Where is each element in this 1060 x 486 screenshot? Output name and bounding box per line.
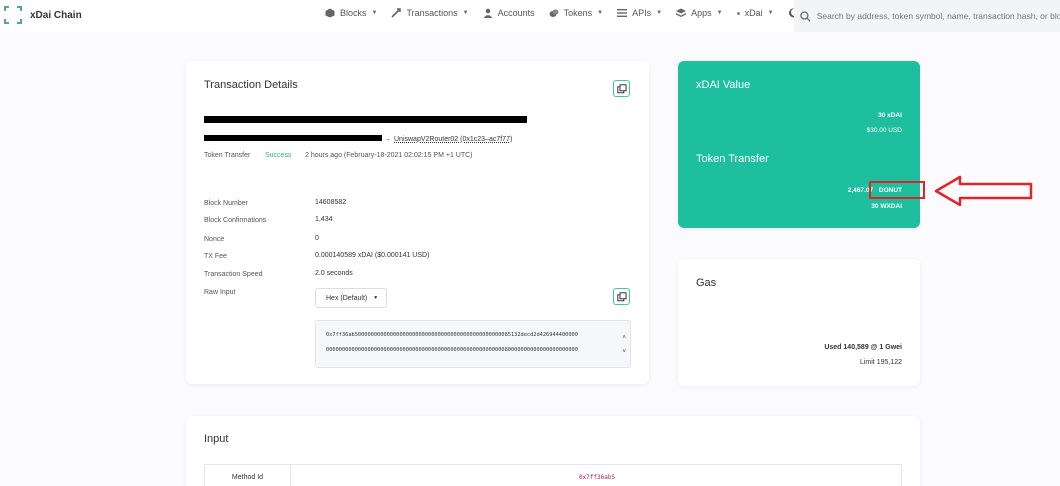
- nav-accounts[interactable]: Accounts: [483, 8, 535, 18]
- row-label: Block Confirmations: [204, 217, 267, 224]
- copy-button[interactable]: [613, 80, 630, 97]
- row-label: Block Number: [204, 200, 248, 207]
- card-title: Transaction Details: [204, 79, 298, 91]
- value-usd: $30.00 USD: [866, 127, 902, 134]
- copy-icon: [616, 291, 626, 301]
- nav-label: xDai: [744, 8, 763, 18]
- nav-label: Apps: [691, 8, 712, 18]
- nav-blocks[interactable]: Blocks ▼: [325, 8, 377, 18]
- gas-limit: Limit 195,122: [859, 359, 902, 366]
- chevron-down-icon: ˅: [622, 348, 626, 355]
- copy-raw-input-button[interactable]: [613, 288, 630, 305]
- app-name: xDai Chain: [30, 9, 82, 21]
- scrollbar[interactable]: ˄ ˅: [622, 331, 626, 359]
- chevron-down-icon: ▼: [767, 10, 774, 16]
- annotation-arrow-icon: [934, 175, 1033, 207]
- chevron-down-icon: ▼: [597, 10, 604, 16]
- top-navbar: xDai Chain Blocks ▼ Transactions ▼ Account…: [0, 0, 1060, 32]
- annotation-highlight-box: [869, 181, 925, 199]
- tx-timestamp: 2 hours ago (February-18-2021 02:02:15 P…: [305, 152, 473, 159]
- chevron-down-icon: ▼: [373, 295, 379, 301]
- nav-tokens[interactable]: Tokens ▼: [549, 8, 603, 18]
- cube-icon: [325, 8, 335, 18]
- token-transfer-title: Token Transfer: [696, 153, 769, 165]
- row-label: Nonce: [204, 236, 225, 243]
- input-card: Input Method Id 0x7ff36ab5: [186, 416, 920, 486]
- method-id-label: Method Id: [205, 465, 291, 486]
- block-number-link[interactable]: 14608582: [315, 199, 346, 206]
- arrows-icon: [391, 8, 402, 18]
- raw-input-line: 0000000000000000000000000000000000000000…: [326, 347, 578, 353]
- row-label: Raw Input: [204, 289, 236, 296]
- coins-icon: [549, 9, 559, 17]
- gas-card: Gas Used 140,589 @ 1 Gwei Limit 195,122: [678, 259, 920, 386]
- dot-icon: [736, 11, 740, 15]
- chevron-down-icon: ▼: [462, 10, 469, 16]
- nav-transactions[interactable]: Transactions ▼: [391, 8, 469, 18]
- nav-label: Transactions: [406, 8, 458, 18]
- raw-input-textarea[interactable]: 0x7ff36ab5000000000000000000000000000000…: [315, 320, 631, 368]
- xdai-value-card: xDAI Value 30 xDAI $30.00 USD Token Tran…: [678, 61, 920, 228]
- brand-logo[interactable]: xDai Chain: [4, 6, 82, 24]
- nav-label: APIs: [632, 8, 652, 18]
- main-nav: Blocks ▼ Transactions ▼ Accounts Tokens ▼ A…: [325, 8, 817, 18]
- nav-label: Tokens: [563, 8, 593, 18]
- nav-apps[interactable]: Apps ▼: [676, 8, 723, 18]
- nav-apis[interactable]: APIs ▼: [617, 8, 662, 18]
- nav-network-xdai[interactable]: xDai ▼: [736, 8, 774, 18]
- search-icon: [800, 10, 811, 22]
- raw-input-line: 0x7ff36ab5000000000000000000000000000000…: [326, 332, 578, 338]
- gas-used: Used 140,589 @ 1 Gwei: [824, 344, 902, 351]
- to-contract-link[interactable]: → UniswapV2Router02 (0x1c23–ac7f77): [384, 136, 512, 143]
- card-title: xDAI Value: [696, 79, 751, 91]
- select-value: Hex (Default): [326, 294, 368, 302]
- row-label: TX Fee: [204, 253, 227, 260]
- redacted-from-address: [204, 135, 382, 141]
- redacted-tx-hash: [204, 116, 527, 123]
- user-icon: [483, 8, 493, 18]
- value-amount: 30 xDAI: [878, 112, 902, 119]
- row-value: 0.000140589 xDAI ($0.000141 USD): [315, 252, 430, 259]
- row-value: 1,434: [315, 216, 333, 223]
- chevron-up-icon: ˄: [622, 334, 626, 341]
- row-value: 2.0 seconds: [315, 270, 353, 277]
- chevron-down-icon: ▼: [716, 10, 723, 16]
- input-table: Method Id 0x7ff36ab5: [204, 464, 902, 486]
- status-badge: Success: [265, 152, 292, 159]
- token-transfer-in: 30 WXDAI: [871, 203, 902, 210]
- method-id-value: 0x7ff36ab5: [578, 473, 616, 481]
- chevron-down-icon: ▼: [371, 10, 378, 16]
- row-value: 0: [315, 235, 319, 242]
- xdai-logo-icon: [4, 6, 22, 24]
- search-bar[interactable]: [794, 0, 1060, 32]
- card-title: Input: [204, 433, 229, 445]
- card-title: Gas: [696, 277, 717, 289]
- nav-label: Accounts: [497, 8, 535, 18]
- search-input[interactable]: [816, 11, 1060, 21]
- nav-label: Blocks: [340, 8, 367, 18]
- copy-icon: [616, 83, 626, 93]
- chevron-down-icon: ▼: [656, 10, 663, 16]
- transaction-details-card: Transaction Details → UniswapV2Router02 (…: [186, 61, 649, 384]
- tx-type-label: Token Transfer: [204, 152, 251, 159]
- raw-input-format-select[interactable]: Hex (Default) ▼: [315, 288, 387, 308]
- row-label: Transaction Speed: [204, 271, 263, 278]
- list-icon: [617, 9, 628, 17]
- layers-icon: [676, 8, 687, 17]
